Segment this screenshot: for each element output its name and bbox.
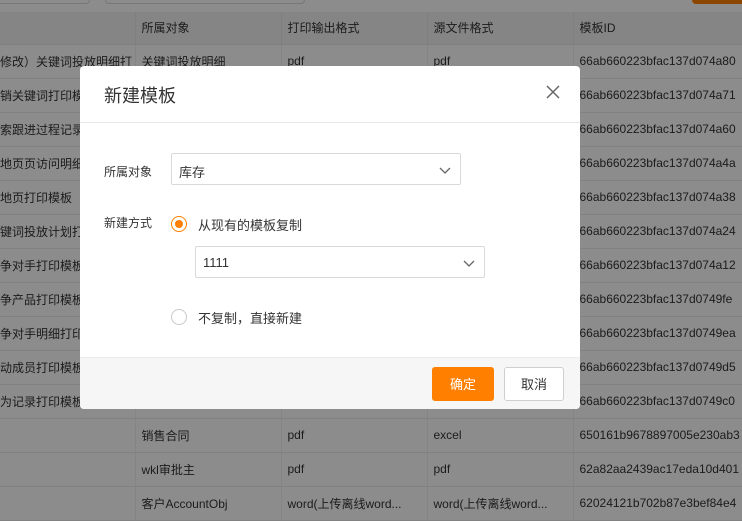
source-template-select[interactable]: 1111 <box>195 246 485 278</box>
create-new-radio[interactable] <box>171 309 187 325</box>
chevron-down-icon <box>463 260 475 267</box>
confirm-button[interactable]: 确定 <box>432 367 494 401</box>
close-icon[interactable] <box>544 83 562 101</box>
copy-existing-label[interactable]: 从现有的模板复制 <box>198 215 302 234</box>
object-label: 所属对象 <box>104 165 153 179</box>
cancel-button[interactable]: 取消 <box>504 367 564 401</box>
copy-existing-radio[interactable] <box>171 216 187 232</box>
new-template-dialog: 新建模板 所属对象 库存 新建方式 从现有的模板复制 1111 不复制，直接新建… <box>80 66 580 409</box>
source-template-value: 1111 <box>203 255 230 270</box>
dialog-header: 新建模板 <box>80 66 580 123</box>
create-new-label[interactable]: 不复制，直接新建 <box>198 308 302 327</box>
chevron-down-icon <box>439 167 451 174</box>
dialog-footer: 确定 取消 <box>80 357 580 409</box>
object-select-value: 库存 <box>179 165 206 180</box>
method-label: 新建方式 <box>104 216 153 230</box>
dialog-body: 所属对象 库存 新建方式 从现有的模板复制 1111 不复制，直接新建 <box>80 123 580 357</box>
dialog-title: 新建模板 <box>104 86 176 106</box>
object-select[interactable]: 库存 <box>171 153 461 185</box>
